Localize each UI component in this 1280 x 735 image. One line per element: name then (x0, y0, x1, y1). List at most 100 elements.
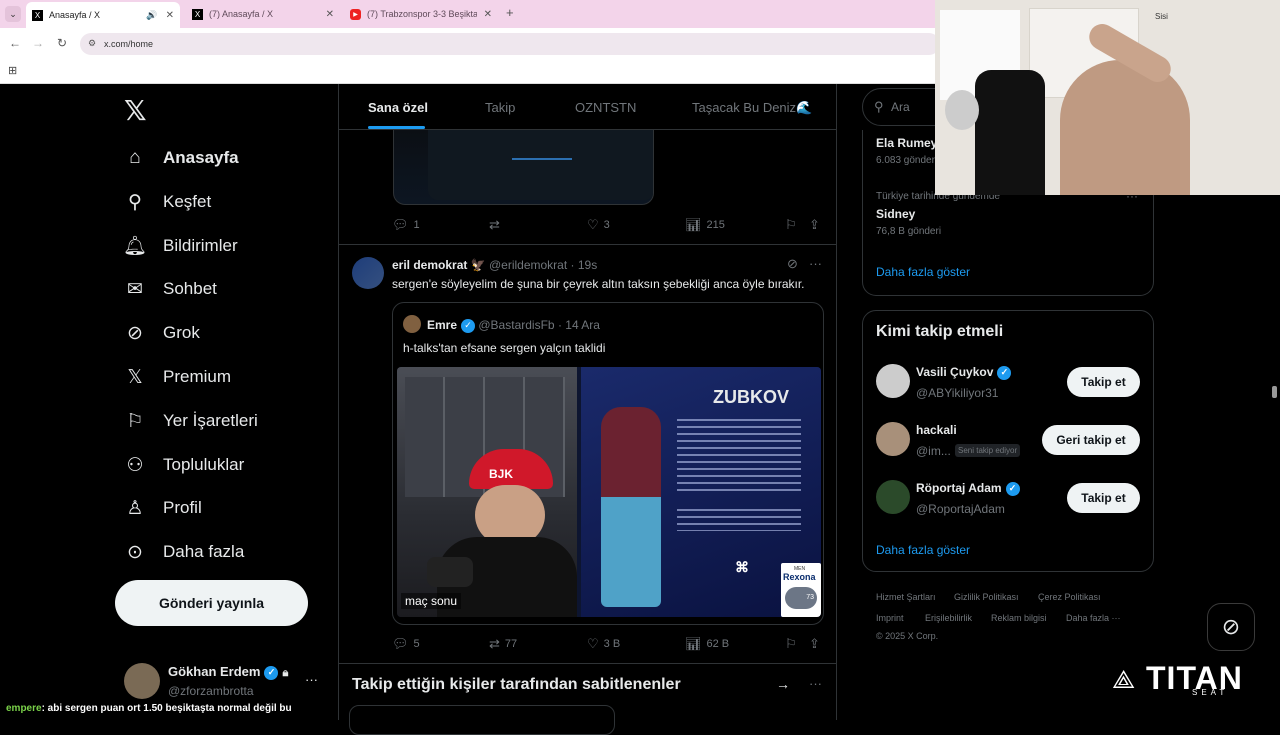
apps-grid-icon[interactable]: ⊞ (8, 64, 17, 77)
chat-message: empere: abi sergen puan ort 1.50 beşikta… (6, 703, 292, 714)
grok-post-icon[interactable]: ⊘ (787, 256, 798, 272)
quote-media[interactable]: BJK maç sonu ZUBKOV ⌘ MEN Rexona 73 (397, 367, 821, 617)
post1-reply[interactable]: 💬︎ 1 (392, 217, 420, 233)
back-arrow-icon[interactable]: ← (7, 36, 23, 50)
grok-icon: ⊘ (127, 322, 143, 344)
tab-tasacak[interactable]: Taşacak Bu Deniz🌊 (692, 100, 812, 116)
quoted-post[interactable]: Emre ✓ @BastardisFb · 14 Ara h-talks'tan … (392, 302, 824, 625)
post1-views[interactable]: 📊︎ 215 (685, 217, 725, 233)
footer-imprint[interactable]: Imprint (876, 613, 904, 623)
previous-post-media[interactable] (393, 130, 654, 205)
trend-title[interactable]: Sidney (876, 207, 915, 221)
views-icon: 📊︎ (685, 217, 702, 232)
post2-views[interactable]: 📊︎ 62 B (685, 636, 729, 652)
who-to-follow-card: Kimi takip etmeli Vasili Çuykov ✓ @ABYiki… (862, 310, 1154, 572)
video-frame-right: ZUBKOV ⌘ MEN Rexona 73 (581, 367, 821, 617)
suggested-avatar[interactable] (876, 422, 910, 456)
footer-cookies[interactable]: Çerez Politikası (1038, 592, 1101, 602)
nav-profile[interactable]: ♙ Profil (122, 490, 201, 526)
site-info-icon[interactable]: ⚙ (88, 38, 96, 49)
post-more-icon[interactable]: ··· (809, 256, 822, 271)
post-handle[interactable]: @erildemokrat (489, 258, 567, 272)
follow-button[interactable]: Takip et (1067, 483, 1140, 513)
close-tab-icon[interactable]: ✕ (166, 10, 174, 21)
account-more-icon[interactable]: ··· (305, 672, 318, 687)
footer-privacy[interactable]: Gizlilik Politikası (954, 592, 1019, 602)
nav-more[interactable]: ⊙ Daha fazla (122, 534, 244, 570)
suggested-name[interactable]: hackali (916, 423, 957, 437)
post1-bookmark[interactable]: ⚐ (785, 217, 802, 233)
nav-explore[interactable]: ⚲ Keşfet (122, 184, 211, 220)
nav-premium[interactable]: 𝕏 Premium (122, 359, 231, 395)
post2-share[interactable]: ⇪ (809, 636, 825, 652)
forward-arrow-icon[interactable]: → (30, 36, 46, 50)
post2-bookmark[interactable]: ⚐ (785, 636, 802, 652)
tab-youtube[interactable]: ▶ (7) Trabzonspor 3-3 Beşiktaş | M ✕ (344, 3, 498, 25)
suggested-name: Röportaj Adam (916, 481, 1002, 495)
x-logo[interactable]: 𝕏 (124, 94, 147, 127)
close-tab-icon[interactable]: ✕ (326, 9, 334, 20)
beanie-label: BJK (489, 467, 514, 481)
footer-accessibility[interactable]: Erişilebilirlik (925, 613, 972, 623)
nav-bookmarks[interactable]: ⚐ Yer İşaretleri (122, 403, 257, 439)
new-tab-button[interactable]: + (506, 5, 514, 20)
video-caption: maç sonu (401, 593, 462, 609)
suggested-avatar[interactable] (876, 364, 910, 398)
nav-communities[interactable]: ⚇ Topluluklar (122, 447, 244, 483)
reload-icon[interactable]: ↻ (54, 36, 70, 50)
show-more-link[interactable]: Daha fazla göster (876, 543, 970, 557)
tab-anasayfa-2[interactable]: X (7) Anasayfa / X ✕ (186, 3, 340, 25)
footer-terms[interactable]: Hizmet Şartları (876, 592, 936, 602)
post-button[interactable]: Gönderi yayınla (115, 580, 308, 626)
pinned-card[interactable] (349, 705, 615, 735)
follows-you-badge: Seni takip ediyor (955, 444, 1021, 457)
post-author[interactable]: eril demokrat 🦅 (392, 258, 486, 272)
suggested-handle: @RoportajAdam (916, 502, 1005, 516)
pinned-section-title: Takip ettiğin kişiler tarafından sabitle… (352, 676, 681, 693)
quote-author: Emre (427, 318, 458, 332)
speaker-icon[interactable]: 🔊 (146, 10, 157, 21)
post1-like[interactable]: ♡ 3 (587, 217, 610, 233)
post-time[interactable]: · 19s (571, 258, 598, 272)
post-avatar[interactable] (352, 257, 384, 289)
arrow-right-icon[interactable]: → (776, 676, 790, 692)
close-tab-icon[interactable]: ✕ (484, 9, 492, 20)
post1-share[interactable]: ⇪ (809, 217, 825, 233)
more-circle-icon: ⊙ (127, 541, 143, 563)
suggested-avatar[interactable] (876, 480, 910, 514)
pinned-more-icon[interactable]: ··· (809, 676, 822, 691)
who-to-follow-title: Kimi takip etmeli (876, 323, 1004, 340)
post2-like[interactable]: ♡ 3 B (587, 636, 620, 652)
nav-messages[interactable]: ✉ Sohbet (122, 271, 217, 307)
scrollbar-thumb[interactable] (1272, 386, 1277, 398)
search-placeholder: Ara (891, 100, 910, 114)
communities-icon: ⚇ (126, 454, 144, 476)
show-more-link[interactable]: Daha fazla göster (876, 265, 970, 279)
account-handle: @zforzambrotta (168, 684, 254, 698)
trend-title[interactable]: Ela Rumey (876, 136, 937, 150)
tab-list-chevron-icon[interactable]: ⌄ (5, 6, 21, 22)
footer-ads-info[interactable]: Reklam bilgisi (991, 613, 1047, 623)
post2-reply[interactable]: 💬︎ 5 (392, 636, 420, 652)
tab-following[interactable]: Takip (485, 100, 515, 115)
nav-notifications[interactable]: 🔔︎ Bildirimler (122, 228, 238, 264)
grok-floating-button[interactable]: ⊘ (1207, 603, 1255, 651)
tab-anasayfa[interactable]: X Anasayfa / X 🔊 ✕ (26, 2, 180, 28)
post1-repost[interactable]: ⇄ (489, 217, 505, 233)
nav-grok[interactable]: ⊘ Grok (122, 315, 200, 351)
account-switcher[interactable]: Gökhan Erdem ✓ 🔒︎ @zforzambrotta ··· (122, 660, 322, 702)
tab-ozntstn[interactable]: OZNTSTN (575, 100, 636, 115)
timeline: Sana özel Takip OZNTSTN Taşacak Bu Deniz… (338, 84, 837, 735)
follow-button[interactable]: Takip et (1067, 367, 1140, 397)
tab-for-you[interactable]: Sana özel (368, 100, 428, 115)
verified-icon: ✓ (1005, 481, 1020, 496)
follow-back-button[interactable]: Geri takip et (1042, 425, 1140, 455)
post2-repost[interactable]: ⇄ 77 (489, 636, 517, 652)
chat-user: empere (6, 703, 42, 714)
nav-home[interactable]: ⌂ Anasayfa (122, 140, 238, 176)
footer-more[interactable]: Daha fazla ··· (1066, 613, 1121, 623)
home-icon: ⌂ (129, 147, 141, 168)
youtube-icon: ▶ (350, 8, 361, 20)
sponsor-badge: MEN Rexona 73 (781, 563, 821, 617)
address-bar[interactable]: ⚙ x.com/home (80, 33, 940, 55)
